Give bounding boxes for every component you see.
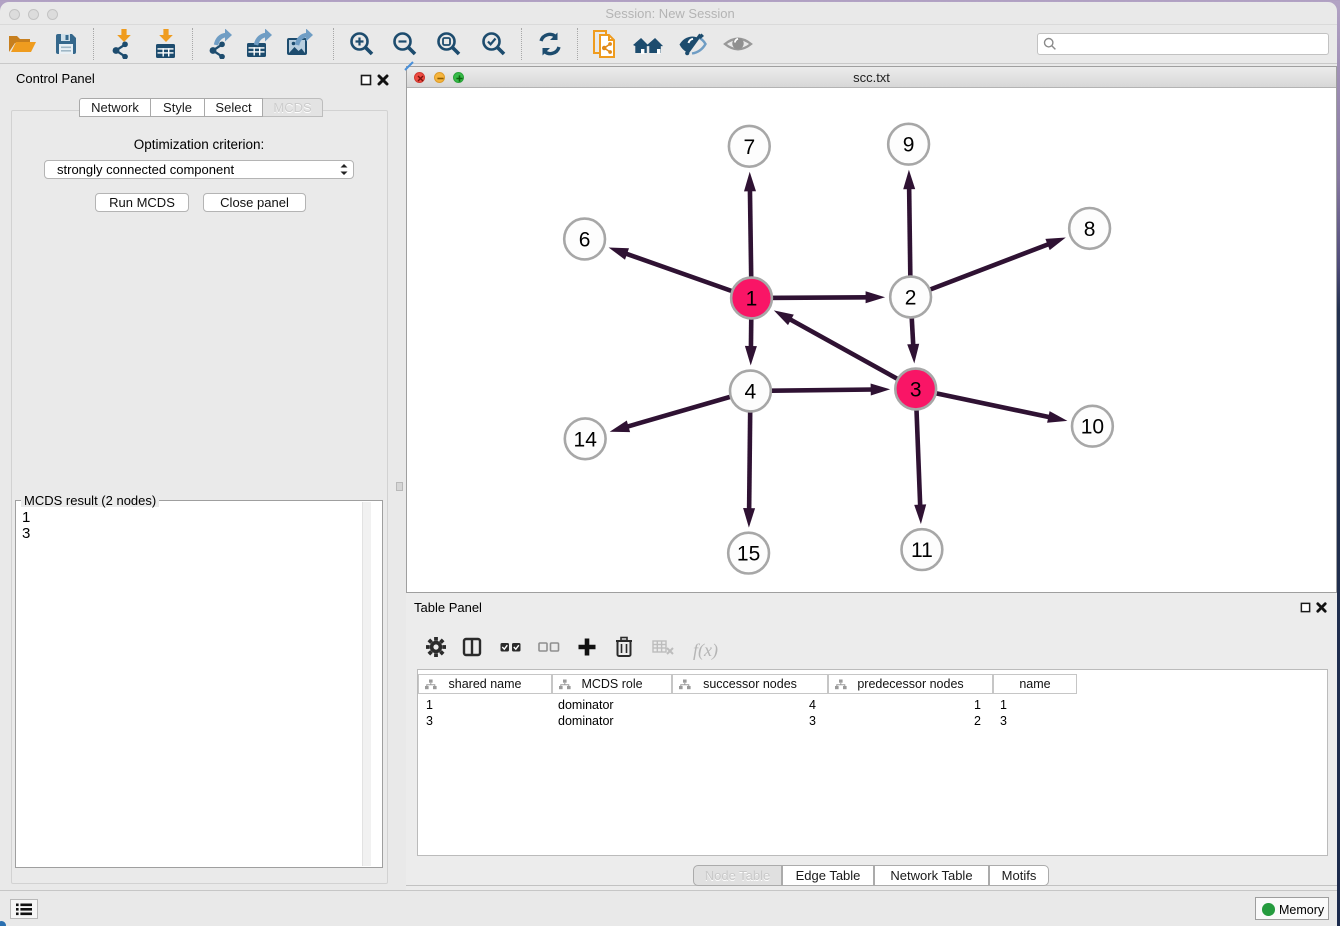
svg-text:3: 3 — [910, 379, 922, 402]
svg-text:14: 14 — [574, 428, 598, 451]
svg-text:15: 15 — [737, 543, 760, 566]
svg-text:10: 10 — [1081, 416, 1104, 439]
svg-text:7: 7 — [743, 136, 755, 159]
svg-text:8: 8 — [1084, 218, 1096, 241]
svg-text:11: 11 — [911, 539, 933, 562]
svg-text:6: 6 — [579, 229, 591, 252]
svg-text:9: 9 — [903, 134, 915, 157]
svg-text:1: 1 — [746, 288, 758, 311]
svg-text:2: 2 — [905, 287, 917, 310]
svg-text:4: 4 — [745, 381, 757, 404]
